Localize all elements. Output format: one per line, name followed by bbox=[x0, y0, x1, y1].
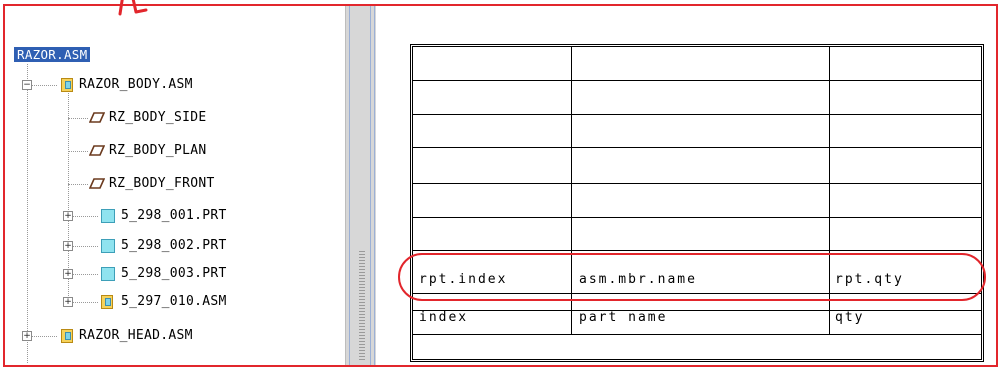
tree-item-label: RZ_BODY_FRONT bbox=[109, 176, 215, 191]
table-row-line bbox=[413, 147, 981, 148]
table-cell-index[interactable]: index bbox=[419, 310, 468, 325]
tree-item-rz-body-side[interactable]: RZ_BODY_SIDE bbox=[109, 107, 207, 129]
part-icon bbox=[101, 209, 115, 223]
tree-connector bbox=[27, 64, 28, 363]
tree-item-5-298-003-prt[interactable]: 5_298_003.PRT bbox=[121, 263, 227, 285]
table-row-line bbox=[413, 217, 981, 218]
tree-branch bbox=[68, 184, 88, 185]
collapse-icon[interactable]: − bbox=[22, 80, 32, 90]
tree-item-label: RZ_BODY_SIDE bbox=[109, 110, 207, 125]
datum-plane-icon bbox=[89, 145, 105, 156]
tree-root[interactable]: RAZOR.ASM bbox=[14, 44, 91, 66]
tree-item-label: 5_298_003.PRT bbox=[121, 266, 227, 281]
tree-item-label: RAZOR_HEAD.ASM bbox=[79, 328, 193, 343]
model-tree-panel: RAZOR.ASM − RAZOR_BODY.ASM RZ_BODY_SIDE … bbox=[5, 6, 345, 365]
tree-item-razor-body-asm[interactable]: RAZOR_BODY.ASM bbox=[79, 74, 193, 96]
table-row-line bbox=[413, 183, 981, 184]
handwritten-mark bbox=[118, 0, 148, 16]
tree-item-5-298-002-prt[interactable]: 5_298_002.PRT bbox=[121, 235, 227, 257]
table-cell-qty[interactable]: qty bbox=[835, 310, 864, 325]
expand-icon[interactable]: + bbox=[22, 331, 32, 341]
tree-item-label: 5_297_010.ASM bbox=[121, 294, 227, 309]
panel-splitter[interactable] bbox=[345, 6, 376, 365]
datum-plane-icon bbox=[89, 178, 105, 189]
assembly-icon bbox=[61, 78, 73, 92]
bom-table: rpt.index asm.mbr.name rpt.qty index par… bbox=[410, 44, 984, 362]
splitter-grip[interactable] bbox=[359, 251, 365, 361]
tree-item-5-298-001-prt[interactable]: 5_298_001.PRT bbox=[121, 205, 227, 227]
tree-item-label: RAZOR_BODY.ASM bbox=[79, 77, 193, 92]
splitter-line bbox=[349, 6, 350, 365]
screenshot-frame: RAZOR.ASM − RAZOR_BODY.ASM RZ_BODY_SIDE … bbox=[3, 0, 998, 367]
assembly-icon bbox=[101, 295, 113, 309]
table-row-line bbox=[413, 310, 981, 311]
table-row-line bbox=[413, 250, 981, 251]
tree-item-rz-body-front[interactable]: RZ_BODY_FRONT bbox=[109, 173, 215, 195]
expand-icon[interactable]: + bbox=[63, 211, 73, 221]
tree-item-5-297-010-asm[interactable]: 5_297_010.ASM bbox=[121, 291, 227, 313]
tree-item-label: 5_298_002.PRT bbox=[121, 238, 227, 253]
table-row-line bbox=[413, 114, 981, 115]
highlight-annotation bbox=[398, 253, 986, 301]
expand-icon[interactable]: + bbox=[63, 297, 73, 307]
part-icon bbox=[101, 267, 115, 281]
splitter-line bbox=[370, 6, 371, 365]
table-row-line bbox=[413, 334, 981, 335]
tree-root-label[interactable]: RAZOR.ASM bbox=[14, 47, 91, 62]
tree-item-razor-head-asm[interactable]: RAZOR_HEAD.ASM bbox=[79, 325, 193, 347]
tree-branch bbox=[68, 151, 88, 152]
tree-item-label: 5_298_001.PRT bbox=[121, 208, 227, 223]
tree-branch bbox=[68, 118, 88, 119]
splitter-line bbox=[374, 6, 375, 365]
assembly-icon bbox=[61, 329, 73, 343]
expand-icon[interactable]: + bbox=[63, 241, 73, 251]
drawing-area: rpt.index asm.mbr.name rpt.qty index par… bbox=[376, 6, 996, 365]
part-icon bbox=[101, 239, 115, 253]
expand-icon[interactable]: + bbox=[63, 269, 73, 279]
tree-item-rz-body-plan[interactable]: RZ_BODY_PLAN bbox=[109, 140, 207, 162]
table-cell-part-name[interactable]: part name bbox=[579, 310, 667, 325]
datum-plane-icon bbox=[89, 112, 105, 123]
tree-item-label: RZ_BODY_PLAN bbox=[109, 143, 207, 158]
table-row-line bbox=[413, 80, 981, 81]
